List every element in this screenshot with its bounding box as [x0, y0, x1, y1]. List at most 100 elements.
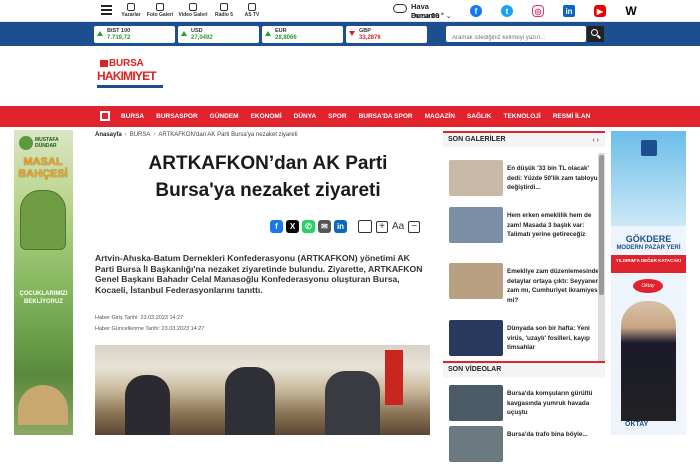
currency-name: BIST 100	[107, 28, 131, 34]
w-icon[interactable]: W	[625, 4, 637, 18]
gallery-item[interactable]: Hem erken emeklilik hem de zam! Masada 3…	[449, 207, 604, 251]
font-decrease-button[interactable]: −	[408, 220, 421, 233]
article-dates: Haber Giriş Tarihi: 23.03.2023 14:27 Hab…	[95, 313, 204, 335]
currency-value: 7.719,72	[107, 35, 131, 41]
breadcrumb-home[interactable]: Anasayfa	[95, 132, 122, 138]
top-nav-label: Yazarlar	[121, 12, 141, 18]
ad-band: YILDIRIM'A DEĞER KATACAK!	[611, 255, 686, 273]
facebook-icon[interactable]: f	[470, 5, 482, 17]
right-banner-ad[interactable]: GÖKDERE MODERN PAZAR YERİ YILDIRIM'A DEĞ…	[611, 131, 686, 435]
ad-illustration	[20, 190, 66, 250]
gallery-item[interactable]: Emekliye zam düzenlemesinde detaylar ort…	[449, 263, 604, 307]
nav-item-magazin[interactable]: MAGAZİN	[425, 113, 455, 120]
top-nav-label: Video Galeri	[178, 12, 208, 18]
nav-item-bursa[interactable]: BURSA	[121, 113, 144, 120]
left-banner-ad[interactable]: MUSTAFA DÜNDAR MASAL BAHÇESİ ÇOCUKLARIMI…	[14, 130, 73, 435]
search-box	[446, 26, 586, 46]
ad-person-image	[621, 301, 676, 421]
cloud-icon	[393, 4, 407, 13]
ad-title: GÖKDERE	[625, 234, 672, 244]
video-item[interactable]: Bursa'da komşuların gürültü kavgasında y…	[449, 385, 604, 429]
flag-icon	[100, 60, 108, 67]
top-bar: Yazarlar Foto Galeri Video Galeri Radio …	[0, 0, 700, 22]
gallery-item[interactable]: En düşük '33 bin TL olacak' dedi: Yüzde …	[449, 160, 604, 204]
flag-image	[385, 350, 403, 405]
nav-item-bursada-spor[interactable]: BURSA'DA SPOR	[359, 113, 413, 120]
weather-city: Bursa 26 ° ⌄	[411, 13, 452, 20]
videos-header: SON VİDEOLAR	[443, 361, 605, 377]
gallery-thumbnail	[449, 160, 503, 196]
nav-item-dunya[interactable]: DÜNYA	[294, 113, 317, 120]
arrow-down-icon	[349, 31, 355, 36]
gallery-thumbnail	[449, 263, 503, 299]
video-thumbnail	[449, 385, 503, 421]
ad-brand: MUSTAFA DÜNDAR	[35, 137, 59, 149]
nav-item-spor[interactable]: SPOR	[328, 113, 346, 120]
x-share-icon[interactable]: X	[286, 220, 299, 233]
nav-item-ekonomi[interactable]: EKONOMİ	[251, 113, 282, 120]
gallery-nav-arrows[interactable]: ‹ ›	[592, 137, 599, 144]
linkedin-icon[interactable]: in	[563, 5, 575, 17]
article-photo[interactable]	[95, 345, 430, 435]
radio-icon	[220, 3, 228, 11]
top-nav-yazarlar[interactable]: Yazarlar	[120, 3, 142, 18]
site-logo[interactable]: BURSA HAKIMIYET	[97, 58, 165, 94]
nav-item-teknoloji[interactable]: TEKNOLOJİ	[504, 113, 541, 120]
facebook-share-icon[interactable]: f	[270, 220, 283, 233]
video-thumbnail	[449, 426, 503, 462]
gallery-header: SON GALERİLER ‹ ›	[443, 131, 605, 147]
nav-item-gundem[interactable]: GÜNDEM	[210, 113, 239, 120]
article-tools: + Aa −	[358, 220, 421, 233]
instagram-icon[interactable]: ◎	[532, 5, 544, 17]
gallery-item-title: En düşük '33 bin TL olacak' dedi: Yüzde …	[507, 165, 598, 191]
search-input[interactable]	[446, 30, 584, 46]
currency-usd[interactable]: USD 27,0492	[178, 26, 259, 43]
ad-signature: Oktay	[633, 279, 663, 293]
gallery-scrollbar[interactable]	[598, 153, 605, 362]
ad-name: OKTAY	[625, 421, 649, 428]
article-lead: Artvin-Ahıska-Batum Dernekleri Konfedera…	[95, 253, 423, 296]
ad-building	[18, 385, 68, 425]
breadcrumb: Anasayfa › BURSA › ARTKAFKON'dan AK Parti Bu…	[95, 132, 298, 138]
currency-bist100[interactable]: BIST 100 7.719,72	[94, 26, 175, 43]
gallery-item-title: Dünyada son bir hafta: Yeni virüs, 'uzay…	[507, 325, 590, 351]
article-created-date: Haber Giriş Tarihi: 23.03.2023 14:27	[95, 315, 184, 321]
top-nav-radio[interactable]: Radio 5	[212, 3, 236, 18]
linkedin-share-icon[interactable]: in	[334, 220, 347, 233]
social-links: f t ◎ in ▶ W	[470, 4, 637, 18]
nav-item-resmi-ilan[interactable]: RESMİ İLAN	[553, 113, 591, 120]
ad-subtitle: MODERN PAZAR YERİ	[616, 245, 681, 251]
top-nav-video-galeri[interactable]: Video Galeri	[178, 3, 208, 18]
print-icon[interactable]	[358, 220, 372, 233]
home-icon[interactable]	[100, 111, 110, 121]
font-increase-button[interactable]: +	[376, 220, 388, 233]
currency-name: GBP	[359, 28, 371, 34]
ad-title: MASAL BAHÇESİ	[18, 156, 68, 180]
nav-item-bursaspor[interactable]: BURSASPOR	[156, 113, 198, 120]
menu-icon[interactable]	[101, 5, 112, 15]
search-button[interactable]	[587, 26, 604, 42]
currency-value: 27,0492	[191, 35, 213, 41]
nav-item-saglik[interactable]: SAĞLIK	[467, 113, 492, 120]
gallery-title: SON GALERİLER	[448, 136, 506, 143]
video-item[interactable]: Bursa'da trafo bina böyle...	[449, 426, 604, 470]
gallery-item[interactable]: Dünyada son bir hafta: Yeni virüs, 'uzay…	[449, 320, 604, 364]
whatsapp-share-icon[interactable]: ✆	[302, 220, 315, 233]
breadcrumb-current: ARTKAFKON'dan AK Parti Bursa'ya nezaket …	[158, 132, 298, 138]
gallery-item-title: Hem erken emeklilik hem de zam! Masada 3…	[507, 212, 592, 238]
currency-gbp[interactable]: GBP 33,2876	[346, 26, 427, 43]
currency-eur[interactable]: EUR 28,8066	[262, 26, 343, 43]
municipality-logo	[19, 136, 33, 150]
youtube-icon[interactable]: ▶	[594, 5, 606, 17]
top-nav-label: Foto Galeri	[146, 12, 174, 18]
twitter-icon[interactable]: t	[501, 5, 513, 17]
article-title: ARTKAFKON’dan AK Parti Bursa'ya nezaket …	[148, 153, 388, 201]
breadcrumb-category[interactable]: BURSA	[130, 132, 151, 138]
arrow-up-icon	[97, 31, 103, 36]
currency-name: EUR	[275, 28, 287, 34]
top-nav-foto-galeri[interactable]: Foto Galeri	[146, 3, 174, 18]
chevron-down-icon[interactable]: ⌄	[446, 13, 452, 20]
top-nav-label: AS TV	[244, 12, 260, 18]
email-share-icon[interactable]: ✉	[318, 220, 331, 233]
top-nav-astv[interactable]: AS TV	[240, 3, 264, 18]
